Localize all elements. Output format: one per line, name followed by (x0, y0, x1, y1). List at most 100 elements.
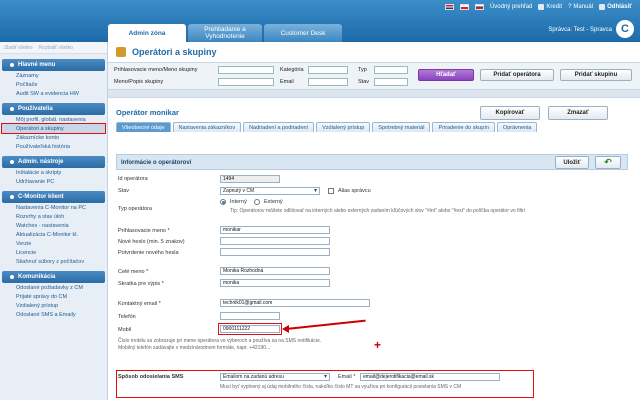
sidebar-item[interactable]: Udržiavanie PC (0, 177, 107, 186)
sms-method-select[interactable]: Emailom na zadanú adresu (220, 373, 330, 381)
sms-method-label: Spôsob odosielania SMS (118, 374, 184, 380)
page-title: Operátori a skupiny (132, 47, 217, 57)
sidebar-item[interactable]: Aktualizácia C-Monitor kl. (0, 230, 107, 239)
collapse-all-link[interactable]: Zbaliť všetko (4, 45, 33, 51)
sidebar-item[interactable]: Môj profil, globál. nastavenia (0, 115, 107, 124)
filter-type-label: Typ (358, 67, 367, 73)
confirm-password-label: Potvrdenie nového hesla (118, 250, 179, 256)
add-operator-button[interactable]: Pridať operátora (480, 69, 554, 81)
manual-label: Manuál (573, 4, 594, 10)
sidebar-section-header[interactable]: Admin. nástroje (2, 156, 105, 168)
filter-category-select[interactable] (308, 66, 348, 74)
sidebar-section-header[interactable]: Hlavné menu (2, 59, 105, 71)
sidebar-item[interactable]: Verzie (0, 239, 107, 248)
sidebar-item[interactable]: Zákaznícke konto (0, 133, 107, 142)
tab-admin-zone[interactable]: Admin zóna (108, 24, 186, 42)
sidebar-item[interactable]: Watches - nastavenia (0, 221, 107, 230)
filter-state-select[interactable] (374, 78, 408, 86)
mobile-highlight (218, 323, 282, 335)
sidebar-section-communication: Komunikácia Odoslané požiadavky z CM Pri… (0, 271, 107, 319)
sidebar-section-title: Komunikácia (18, 274, 56, 280)
type-external-radio[interactable] (254, 199, 260, 205)
filter-name-input[interactable] (218, 78, 274, 86)
sidebar-section-users: Používatelia Môj profil, globál. nastave… (0, 103, 107, 151)
sidebar-item[interactable]: Záznamy (0, 71, 107, 80)
logout-link[interactable]: Odhlásiť (599, 4, 632, 10)
delete-button[interactable]: Zmazať (548, 106, 608, 120)
filter-email-label: Email (280, 79, 294, 85)
phone-input[interactable] (220, 312, 280, 320)
sidebar-item[interactable]: Odoslané SMS a Emaily (0, 310, 107, 319)
bullet-icon (10, 275, 14, 279)
email-label: Kontaktný email * (118, 301, 161, 307)
credit-link[interactable]: Kredit (538, 4, 562, 10)
sidebar-section-header[interactable]: Používatelia (2, 103, 105, 115)
sidebar-item[interactable]: Inštalácie a skripty (0, 168, 107, 177)
alias-label: Alias správcu (338, 188, 371, 194)
filter-login-label: Prihlasovacie meno/Meno skupiny (114, 67, 198, 73)
back-arrow-icon[interactable]: ↶ (595, 156, 621, 169)
sidebar-item[interactable]: Prijaté správy do CM (0, 292, 107, 301)
flag-uk-icon[interactable] (444, 4, 454, 10)
new-password-input[interactable] (220, 237, 330, 245)
info-bar: Informácie o operátorovi Uložiť ↶ (116, 154, 628, 170)
alias-checkbox[interactable] (328, 188, 334, 194)
filter-panel: Prihlasovacie meno/Meno skupiny Meno/Pop… (108, 62, 640, 90)
sidebar-item[interactable]: Rozvrhy a stav úloh (0, 212, 107, 221)
confirm-password-input[interactable] (220, 248, 330, 256)
type-internal-radio[interactable] (220, 199, 226, 205)
bullet-icon (10, 160, 14, 164)
sidebar-item[interactable]: Počítače (0, 80, 107, 89)
sidebar: Zbaliť všetko Rozbaliť všetko Hlavné men… (0, 42, 108, 400)
add-group-button[interactable]: Pridať skupinu (560, 69, 632, 81)
users-icon (116, 47, 126, 57)
tab-group-assignment[interactable]: Priradenie do skupín (432, 122, 495, 132)
filter-login-input[interactable] (218, 66, 274, 74)
tab-general[interactable]: Všeobecné údaje (116, 122, 171, 132)
phone-label: Telefón (118, 314, 136, 320)
tab-superiors[interactable]: Nadriadení a podriadení (243, 122, 315, 132)
state-select[interactable]: Zapnutý v CM (220, 187, 320, 195)
tab-remote-access[interactable]: Vzdialený prístup (316, 122, 371, 132)
save-button[interactable]: Uložiť (555, 156, 589, 169)
copy-button[interactable]: Kopírovať (480, 106, 540, 120)
sidebar-item[interactable]: Vzdialený prístup (0, 301, 107, 310)
sidebar-section-header[interactable]: Komunikácia (2, 271, 105, 283)
bullet-icon (10, 107, 14, 111)
fullname-input[interactable]: Monika Rozhodná (220, 267, 330, 275)
type-hint: Tip: Operátorov môžete odlišovať na inte… (230, 208, 525, 214)
credit-icon (538, 4, 545, 10)
operator-header: Operátor monikar Kopírovať Zmazať (108, 104, 640, 122)
type-internal-label: Interný (230, 199, 247, 205)
login-input[interactable]: monikar (220, 226, 330, 234)
expand-all-link[interactable]: Rozbaliť všetko (39, 45, 73, 51)
sidebar-item-operators[interactable]: Operátori a skupiny (1, 123, 106, 134)
sidebar-item[interactable]: Používateľská história (0, 142, 107, 151)
sidebar-section-header[interactable]: C-Monitor klient (2, 191, 105, 203)
flag-cz-icon[interactable] (459, 4, 469, 10)
sms-email-input[interactable]: email@dejerotifikacia@email.sk (360, 373, 500, 381)
sidebar-item[interactable]: Odoslané požiadavky z CM (0, 283, 107, 292)
sidebar-item[interactable]: Audit SW a evidencia HW (0, 89, 107, 98)
short-name-input[interactable]: monika (220, 279, 330, 287)
type-external-label: Externý (264, 199, 283, 205)
sidebar-item[interactable]: Licencie (0, 248, 107, 257)
manual-link[interactable]: ? Manuál (568, 4, 593, 10)
sidebar-item[interactable]: Stiahnuť súbory z počítačov (0, 257, 107, 266)
filter-email-input[interactable] (308, 78, 348, 86)
tab-consumables[interactable]: Spotrebný materiál (372, 122, 431, 132)
filter-type-select[interactable] (374, 66, 408, 74)
login-label: Prihlasovacie meno * (118, 228, 170, 234)
tab-permissions[interactable]: Oprávnenia (496, 122, 538, 132)
search-button[interactable]: Hľadať (418, 69, 474, 81)
flag-sk-icon[interactable] (474, 4, 484, 10)
sidebar-item[interactable]: Nastavenia C-Monitor na PC (0, 203, 107, 212)
overview-link[interactable]: Úvodný prehľad (490, 4, 532, 10)
credit-label: Kredit (546, 4, 563, 10)
logout-icon (599, 4, 606, 10)
horizontal-scrollbar[interactable] (108, 90, 640, 98)
email-input[interactable]: technik01@gmail.com (220, 299, 370, 307)
tab-browse-evaluate[interactable]: Prehliadanie a Vyhodnotenie (188, 24, 262, 42)
tab-customer-desk[interactable]: Customer Desk (264, 24, 342, 42)
tab-customer-settings[interactable]: Nastavenia zákazníkov (172, 122, 242, 132)
